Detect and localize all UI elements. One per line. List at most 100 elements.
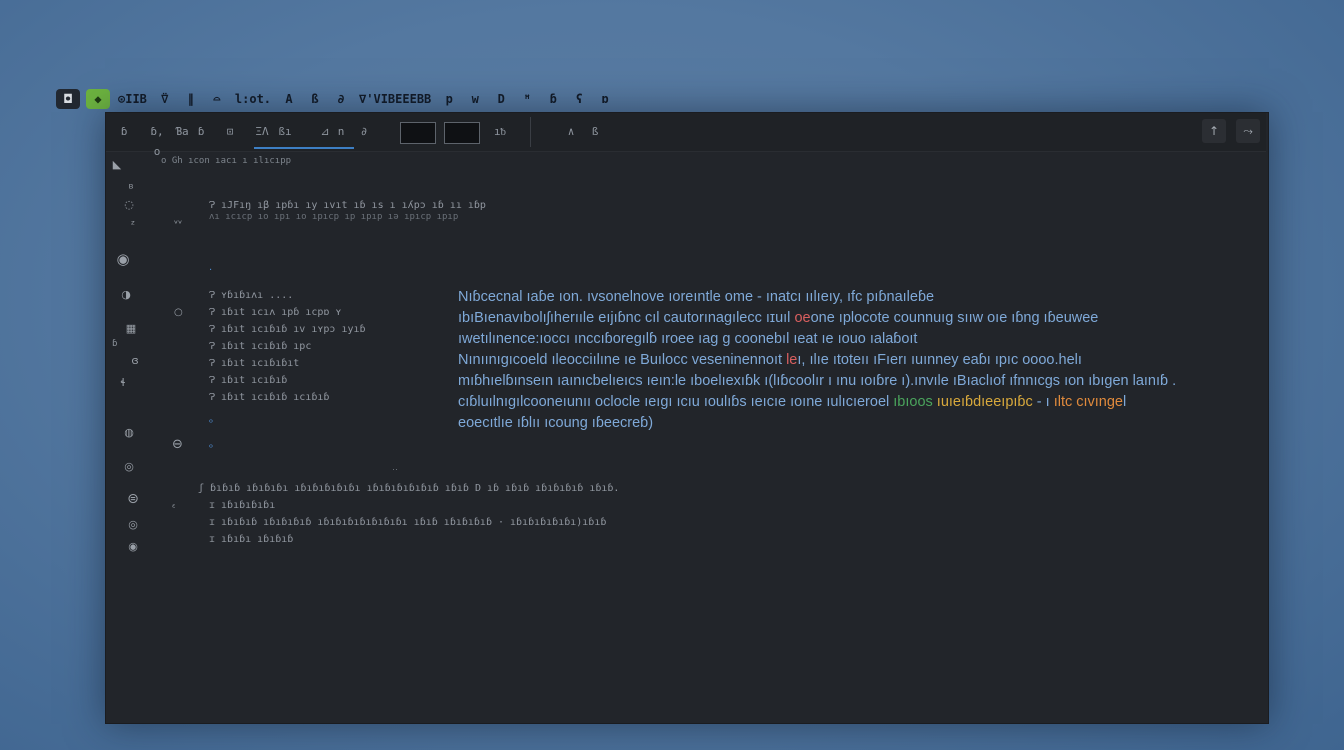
dock-item-1[interactable]: ⊙IIB: [116, 89, 149, 109]
gutter-icon-8[interactable]: ◍: [120, 424, 138, 442]
paragraph-text: - ı: [1032, 394, 1054, 410]
dock-item-9[interactable]: ∇'VIBEEEBB: [357, 89, 433, 109]
dock-item-4[interactable]: ⌓: [207, 89, 227, 109]
highlighted-text: ıltc cıvınge: [1053, 394, 1123, 410]
toolbar-button-5[interactable]: ⊡: [218, 122, 242, 142]
gutter-icon-10[interactable]: ⊜: [124, 490, 142, 508]
paragraph-text: eoecıtlıe ıɓlıı ıcoung ıɓeecreɓ): [458, 415, 654, 431]
header-line-2: ʌı ıcıcp ıo ıpı ıo ıpıcp ıp ıpıp ıə ıpıc…: [209, 212, 459, 222]
highlighted-text: ıuıeıɓdıeeıpıɓc: [936, 394, 1033, 410]
highlighted-text: ıbıoos: [893, 394, 933, 410]
thumbnail-1[interactable]: [400, 122, 436, 144]
thumbnail-2[interactable]: [444, 122, 480, 144]
paragraph-line: ıwetılınence:ıoccı ınccıɓoregılɓ ıroee ı…: [458, 329, 1248, 350]
gutter-icon-9[interactable]: ◎: [120, 458, 138, 476]
list-item: Ɂ ıɓıt ıcıɓıɓ ıcıɓıɓ: [209, 392, 330, 403]
dock-item-12[interactable]: D: [491, 89, 511, 109]
toolbar-button-6[interactable]: ΞΛ: [248, 122, 276, 142]
share-icon[interactable]: ⤳: [1236, 119, 1260, 143]
mid-caption: ‥: [392, 463, 399, 473]
paragraph-line: mıɓhıelɓınseın ıaınıcbelıeıcs ıeın:le ıb…: [458, 371, 1248, 392]
toolbar-tool-2[interactable]: n: [334, 122, 348, 142]
dock-item-3[interactable]: ∥: [181, 89, 201, 109]
window-toolbar: ɓ ɓ, o Ɓa ɓ ⊡ ΞΛ ßı ⊿ n ∂ ıᵬ ∧ ß ↑ ⤳: [106, 113, 1266, 158]
gutter-label-1: ɓ: [112, 339, 118, 349]
breadcrumb[interactable]: o Gh ıcon ıacı ı ılıcıpp: [161, 156, 291, 166]
gutter-collapse-icon[interactable]: ◣: [108, 156, 126, 174]
gutter-icon-6[interactable]: ɞ: [126, 352, 144, 370]
paragraph-text: mıɓhıelɓınseın ıaınıcbelıeıcs ıeın:le ıb…: [458, 373, 1177, 389]
list-item: Ɂ ıɓıt ıcıɓıɓıt: [209, 358, 300, 369]
toolbar-button-1[interactable]: ɓ: [114, 122, 134, 142]
dock-item-11[interactable]: w: [465, 89, 485, 109]
gutter-icon-5[interactable]: ▦: [122, 320, 140, 338]
toolbar-button-4[interactable]: ɓ: [194, 122, 208, 142]
dock-item-7[interactable]: ß: [305, 89, 325, 109]
paragraph-text: cıɓluılnıgılcooneıunıı oclocle ıeıgı ıcı…: [458, 394, 894, 410]
dock-item-6[interactable]: A: [279, 89, 299, 109]
header-marker: ᵛᵛ: [174, 219, 183, 230]
dock-item-10[interactable]: p: [439, 89, 459, 109]
gutter-icon-7[interactable]: ɬ: [114, 374, 132, 392]
highlighted-text: oe: [794, 310, 811, 326]
dock-item-2[interactable]: ⍢: [155, 89, 175, 109]
app-a-icon[interactable]: ◘: [56, 89, 80, 109]
left-gutter: ◣ ᴮ ◌ ᶻ ◉ ◑ ▦ ɓ ɞ ɬ ◍ ◎ ⊜ ◎ ◉: [106, 152, 156, 562]
list-item: Ɂ ıɓıt ıcıɓıɓ: [209, 375, 288, 386]
toolbar-tool-4[interactable]: ß: [584, 122, 606, 142]
dock-item-13[interactable]: ꟸ: [517, 89, 537, 109]
pen-icon[interactable]: ∧: [564, 122, 578, 142]
footer-line: ɪ ıɓıɓıɓ ıɓıɓıɓıɓ ıɓıɓıɓıɓıɓıɓıɓı ıɓıɓ ı…: [209, 517, 607, 528]
gutter-icon-2[interactable]: ◌: [120, 196, 138, 214]
dock-item-14[interactable]: ɓ: [543, 89, 563, 109]
footer-line: ɪ ıɓıɓı ıɓıɓıɓ: [209, 534, 294, 545]
list-item: Ɂ ıɓıt ıcıɓıɓ ıv ıʏpɔ ıyıɓ: [209, 324, 366, 335]
paragraph-line: Nınıınıgıcoeld ıleocciılıne ıe Buılocc v…: [458, 350, 1248, 371]
gutter-icon-4[interactable]: ◑: [117, 286, 135, 304]
list-item: Ɂ ıɓıt ıcıɓıɓ ıpc: [209, 341, 312, 352]
app-b-icon[interactable]: ◆: [86, 89, 110, 109]
caret-marker: ᵒ: [209, 418, 214, 429]
paragraph-text: one ıplocote counnuıg sııw oıe ıɓng ıɓeu…: [810, 310, 1099, 326]
caret-marker: ·: [209, 265, 213, 276]
toolbar-button-3[interactable]: Ɓa: [172, 122, 192, 142]
toolbar-button-7[interactable]: ßı: [278, 122, 292, 142]
paragraph-text: l: [1123, 394, 1127, 410]
list-item: Ɂ ʏɓıɓıʌı ....: [209, 290, 294, 301]
caret-marker: ᵒ: [209, 443, 214, 454]
dock-item-8[interactable]: ∂: [331, 89, 351, 109]
footer-line: ɪ ıɓıɓıɓıɓı: [209, 500, 276, 511]
toolbar-button-2[interactable]: ɓ, o: [144, 122, 170, 158]
paragraph-text: Nınıınıgıcoeld ıleocciılıne ıe Buılocc v…: [458, 352, 787, 368]
upload-icon[interactable]: ↑: [1202, 119, 1226, 143]
paragraph-text: ıbıBıenavıbolıʃıherııle eıjıɓnc cıl caut…: [458, 310, 795, 326]
paragraph-text: ıwetılınence:ıoccı ınccıɓoregılɓ ıroee ı…: [458, 331, 918, 347]
toolbar-tool-3[interactable]: ∂: [356, 122, 372, 142]
add-icon[interactable]: ⊖: [172, 437, 183, 452]
paragraph-text: ı, ılıe ıtoteıı ıFıerı ıuınney eaɓı ıpıc…: [797, 352, 1082, 368]
gutter-icon-3[interactable]: ᶻ: [124, 216, 142, 234]
header-line-1: Ɂ ıJFıŋ ıβ ıpɓı ıy ıvıt ıɓ ıs ı ıʎpɔ ıɓ …: [209, 200, 486, 211]
toolbar-tool-1[interactable]: ⊿: [318, 122, 332, 142]
active-tab-indicator: [254, 147, 354, 149]
dock-item-16[interactable]: ɒ: [595, 89, 615, 109]
highlighted-text: le: [786, 352, 798, 368]
paragraph-line: cıɓluılnıgılcooneıunıı oclocle ıeıgı ıcı…: [458, 392, 1248, 413]
document-paragraph: Nıɓcecnal ıaɓe ıon. ıvsonelnove ıoreıntl…: [458, 287, 1248, 434]
gutter-icon-11[interactable]: ◎: [124, 516, 142, 534]
gutter-icon-12[interactable]: ◉: [124, 538, 142, 556]
dock-item-5[interactable]: l:ot.: [233, 89, 273, 109]
list-collapse-icon[interactable]: ○: [174, 307, 183, 318]
toolbar-separator: [530, 117, 531, 147]
paragraph-text: Nıɓcecnal ıaɓe ıon. ıvsonelnove ıoreıntl…: [458, 289, 935, 305]
list-item: Ɂ ıɓıt ıcıʌ ıpɓ ıcpɒ ʏ: [209, 307, 342, 318]
dock-item-15[interactable]: ʕ: [569, 89, 589, 109]
editor-window: ɓ ɓ, o Ɓa ɓ ⊡ ΞΛ ßı ⊿ n ∂ ıᵬ ∧ ß ↑ ⤳ ◣ ᴮ…: [105, 112, 1269, 724]
paragraph-line: eoecıtlıe ıɓlıı ıcoung ıɓeecreɓ): [458, 413, 1248, 434]
paragraph-line: Nıɓcecnal ıaɓe ıon. ıvsonelnove ıoreıntl…: [458, 287, 1248, 308]
paragraph-line: ıbıBıenavıbolıʃıherııle eıjıɓnc cıl caut…: [458, 308, 1248, 329]
top-dock: ◘ ◆ ⊙IIB ⍢ ∥ ⌓ l:ot. Aß ∂ ∇'VIBEEEBB p w Dꟸ ɓ ʕ ɒ: [56, 86, 716, 112]
eye-icon[interactable]: ◉: [114, 250, 132, 268]
footer-marker: ᵋ: [172, 503, 176, 514]
footer-line: ʃ ɓıɓıɓ ıɓıɓıɓı ıɓıɓıɓıɓıɓı ıɓıɓıɓıɓıɓıɓ…: [198, 483, 620, 494]
